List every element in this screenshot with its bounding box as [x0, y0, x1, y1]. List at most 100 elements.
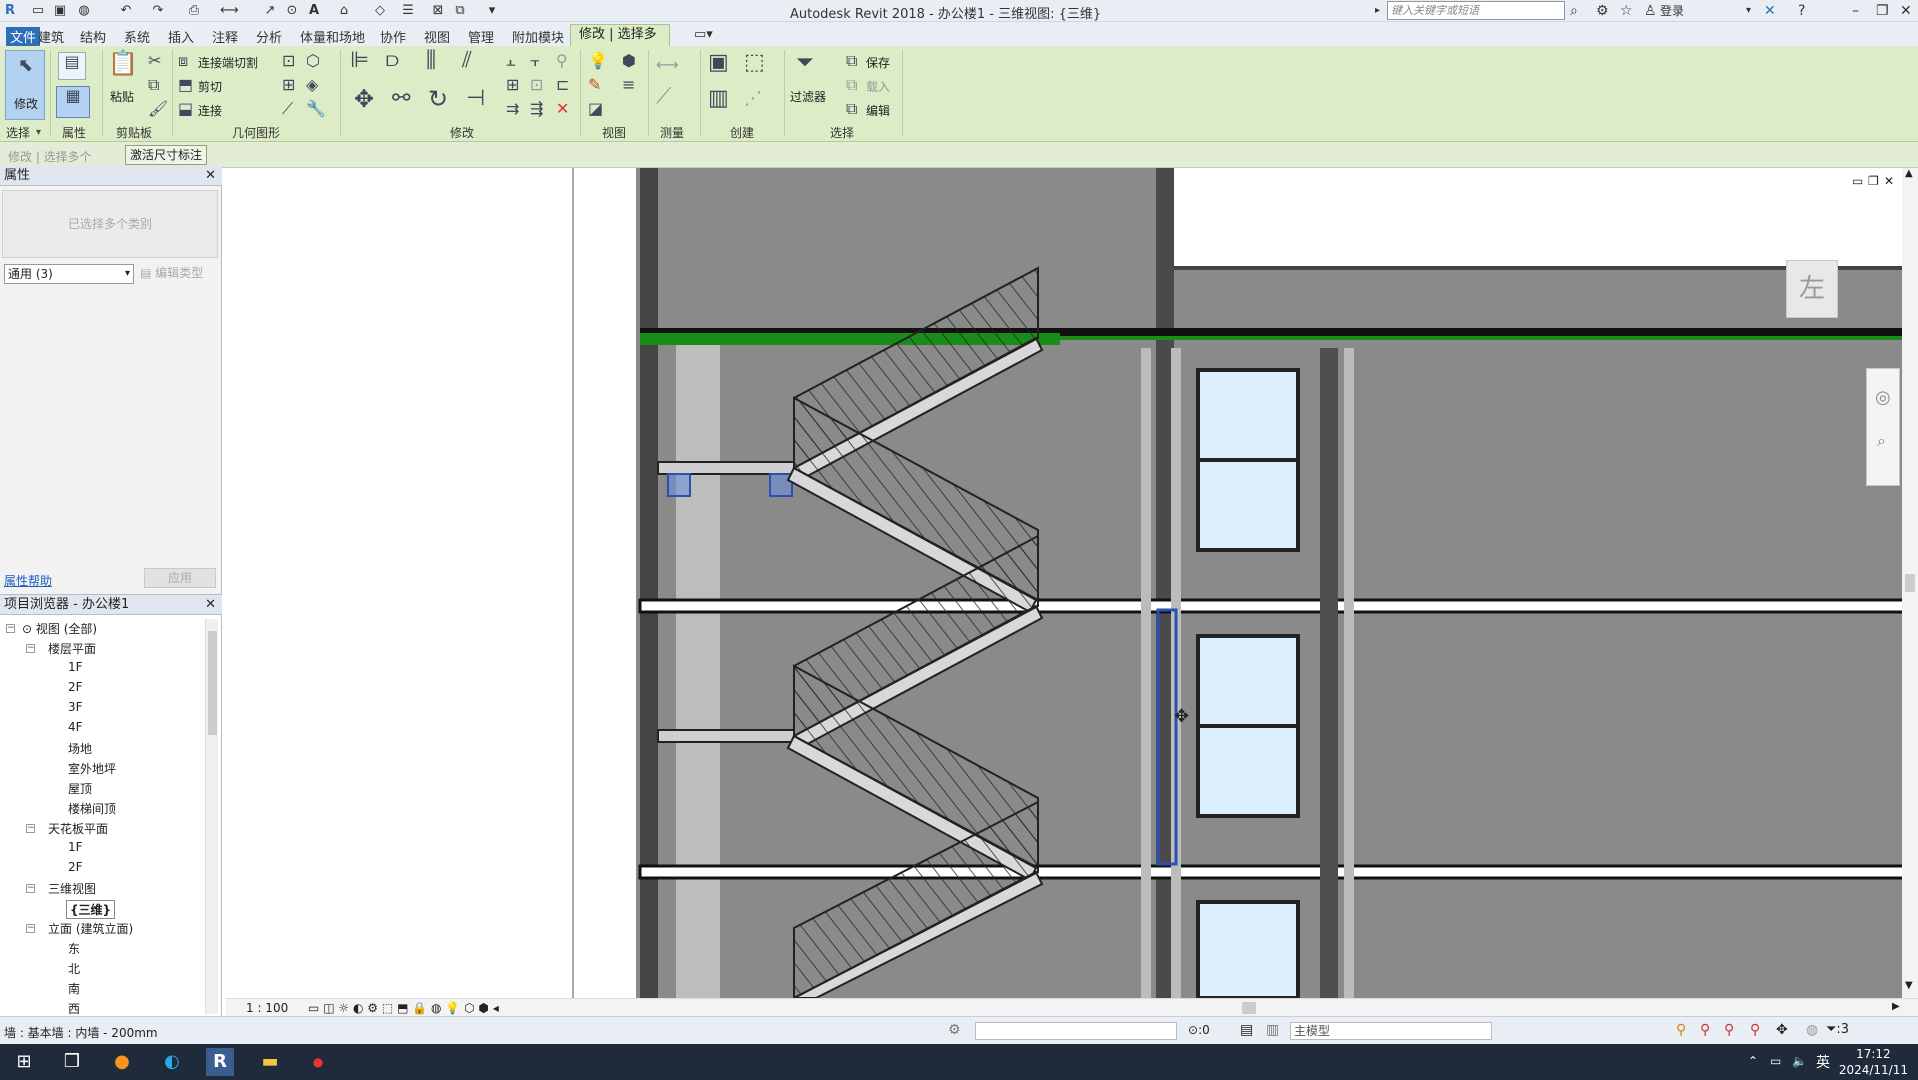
text-icon[interactable]: A	[306, 3, 322, 19]
detail-level-icon[interactable]: ▭	[308, 1001, 319, 1015]
override-graphics-icon[interactable]: ⬢	[622, 52, 636, 70]
tree-item-floor[interactable]: 屋顶	[68, 780, 92, 797]
login-link[interactable]: 登录	[1660, 2, 1684, 20]
close-browser-icon[interactable]: ✕	[205, 595, 216, 614]
tree-item-elevation[interactable]: 北	[68, 960, 80, 977]
login-dropdown-icon[interactable]: ▾	[1746, 2, 1751, 20]
tree-item-3d-active[interactable]: {三维}	[66, 900, 116, 919]
file-explorer-icon[interactable]: ▬	[256, 1048, 284, 1076]
worksets-icon[interactable]: ⚙	[948, 1022, 961, 1038]
browser-scrollbar[interactable]	[205, 619, 218, 1014]
main-model-select[interactable]: 主模型	[1290, 1022, 1492, 1040]
tree-item-elevation[interactable]: 西	[68, 1000, 80, 1017]
window[interactable]	[1196, 900, 1300, 1000]
filter-view-icon[interactable]: ≡	[622, 76, 635, 94]
match-type-icon[interactable]: 🖌	[148, 100, 168, 118]
tab-massing-site[interactable]: 体量和场地	[300, 27, 365, 46]
linework-icon[interactable]: ✎	[588, 76, 601, 94]
tab-systems[interactable]: 系统	[124, 27, 150, 46]
viewcube[interactable]: 左	[1786, 260, 1838, 318]
scale-icon[interactable]: ⊡	[530, 76, 543, 94]
crop-view-icon[interactable]: ⬚	[382, 1001, 393, 1015]
load-selection-label[interactable]: 载入	[866, 78, 890, 95]
3d-view-icon[interactable]: ⌂	[336, 3, 352, 19]
tab-addins[interactable]: 附加模块	[512, 27, 564, 46]
active-option-icon[interactable]: ▥	[1266, 1022, 1279, 1038]
tree-item-elevation[interactable]: 南	[68, 980, 80, 997]
zoom-icon[interactable]: ⌕	[1877, 431, 1886, 451]
scroll-left-icon[interactable]: ◂	[493, 1001, 499, 1015]
view-restore-icon[interactable]: ❐	[1868, 174, 1879, 188]
tree-item-floor[interactable]: 3F	[68, 700, 83, 714]
save-icon[interactable]: ▣	[52, 3, 68, 19]
tree-item-floor[interactable]: 1F	[68, 660, 83, 674]
save-selection-label[interactable]: 保存	[866, 54, 890, 71]
task-view-icon[interactable]: ❒	[58, 1048, 86, 1076]
close-window-icon[interactable]: ✕	[1900, 2, 1912, 20]
collapse-icon[interactable]: −	[26, 884, 35, 893]
section-icon[interactable]: ◇	[372, 3, 388, 19]
subscription-icon[interactable]: ⚙	[1596, 2, 1609, 20]
help-icon[interactable]: ?	[1798, 2, 1805, 20]
split-face-icon[interactable]: ⬡	[306, 52, 320, 70]
render-icon[interactable]: ⚙	[367, 1001, 378, 1015]
rotate-icon[interactable]: ↻	[428, 87, 448, 111]
save-selection-icon[interactable]: ⧉	[846, 52, 857, 70]
undo-icon[interactable]: ↶	[118, 3, 134, 19]
print-icon[interactable]: ⎙	[186, 3, 202, 19]
switch-windows-icon[interactable]: ⧉	[452, 3, 468, 19]
join-cut-icon[interactable]: ⧈	[178, 52, 188, 70]
view-horizontal-scrollbar[interactable]: 1 : 100 ▭ ◫ ☼ ◐ ⚙ ⬚ ⬒ 🔒 ◍ 💡 ⬡ ⬢ ◂ ▶	[226, 998, 1918, 1016]
split-element-icon[interactable]: ⫠	[506, 52, 516, 70]
exchange-apps-icon[interactable]: ✕	[1764, 2, 1776, 20]
view-scale[interactable]: 1 : 100	[246, 1001, 288, 1015]
align-icon[interactable]: ⊫	[350, 50, 369, 72]
firefox-icon[interactable]: ●	[108, 1048, 136, 1076]
delete-icon[interactable]: ✕	[556, 100, 569, 118]
tree-item-ceiling[interactable]: 1F	[68, 840, 83, 854]
close-hidden-icon[interactable]: ⊠	[430, 3, 446, 19]
paste-label[interactable]: 粘贴	[110, 88, 134, 105]
select-links-icon[interactable]: ⚲	[1676, 1022, 1686, 1038]
analytical-model-icon[interactable]: ⬡	[464, 1001, 474, 1015]
tree-item-floor[interactable]: 场地	[68, 740, 92, 757]
tree-item-elevation[interactable]: 东	[68, 940, 80, 957]
tree-ceiling-plans[interactable]: 天花板平面	[48, 820, 108, 837]
browser-scroll-thumb[interactable]	[208, 631, 217, 735]
paste-icon[interactable]: 📋	[108, 51, 138, 75]
binoculars-icon[interactable]: ⌕	[1570, 2, 1578, 20]
tab-file[interactable]: 文件	[6, 27, 41, 46]
filter-label[interactable]: 过滤器	[790, 88, 826, 105]
cut-label[interactable]: 剪切	[198, 78, 222, 95]
type-properties-icon[interactable]: ▤	[58, 52, 86, 80]
join-geometry-icon[interactable]: ⬓	[178, 100, 193, 118]
wall-joins-icon[interactable]: ⊡	[282, 52, 295, 70]
edge-icon[interactable]: ◐	[158, 1048, 186, 1076]
array-icon[interactable]: ⊞	[506, 76, 519, 94]
building-3d-view[interactable]: ✥	[226, 168, 1918, 1000]
selection-box-icon[interactable]: ◪	[588, 100, 603, 118]
trim-multiple-icon[interactable]: ⇉	[506, 100, 519, 118]
view-vertical-scrollbar[interactable]: ▲ ▼	[1902, 168, 1918, 998]
select-underlay-icon[interactable]: ⚲	[1700, 1022, 1710, 1038]
hide-in-view-icon[interactable]: 💡	[588, 52, 608, 70]
tab-modify-select-multiple[interactable]: 修改 | 选择多个	[570, 24, 670, 62]
trim-extend-icon[interactable]: ⊣	[466, 88, 485, 110]
join-cut-label[interactable]: 连接端切割	[198, 54, 258, 71]
copy-icon[interactable]: ⧉	[148, 76, 159, 94]
properties-toggle-icon[interactable]: ▦	[56, 86, 90, 118]
create-similar-icon[interactable]: ⋰	[744, 90, 762, 108]
customize-qat-icon[interactable]: ▾	[484, 3, 500, 19]
collapse-icon[interactable]: −	[26, 644, 35, 653]
join-label[interactable]: 连接	[198, 102, 222, 119]
record-icon[interactable]: ●	[304, 1048, 332, 1076]
tab-manage[interactable]: 管理	[468, 27, 494, 46]
show-crop-icon[interactable]: ⬒	[397, 1001, 408, 1015]
edit-selection-icon[interactable]: ⧉	[846, 100, 857, 118]
load-selection-icon[interactable]: ⧉	[846, 76, 857, 94]
edit-selection-label[interactable]: 编辑	[866, 102, 890, 119]
trim-single-icon[interactable]: ⇶	[530, 100, 543, 118]
view-close-icon[interactable]: ✕	[1884, 174, 1894, 188]
design-options-icon[interactable]: ▤	[1240, 1022, 1253, 1038]
view-vscroll-thumb[interactable]	[1905, 574, 1915, 592]
